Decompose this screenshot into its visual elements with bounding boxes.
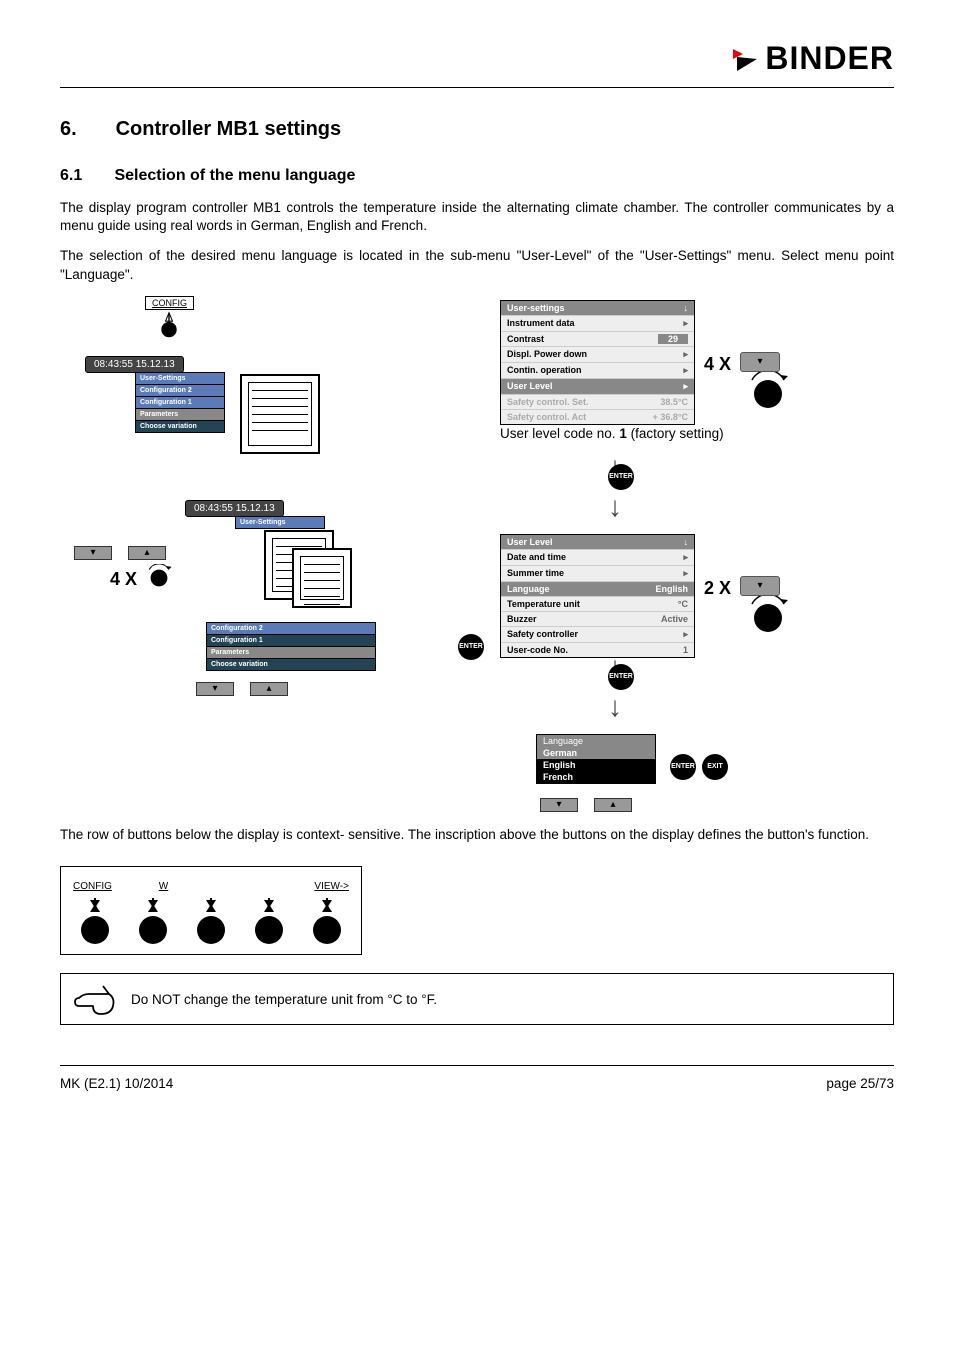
menu3-english: English [537, 759, 655, 771]
dial-icon [155, 310, 183, 338]
arrow-buttons-2: ▾ ▴ [196, 682, 288, 696]
menu1-title: User-settings↓ [501, 301, 694, 315]
up-arrow-btn-3: ▴ [594, 798, 632, 812]
2x-label: 2 X [704, 578, 731, 599]
menu2-title: User Level↓ [501, 535, 694, 549]
menu-user-settings: User-settings↓ Instrument data▸ Contrast… [500, 300, 695, 425]
up-arrow-btn: ▴ [128, 546, 166, 560]
menu1-row-contin: Contin. operation▸ [501, 362, 694, 378]
section-title: Controller MB1 settings [116, 118, 342, 140]
header-logo-row: BINDER [60, 40, 894, 77]
paragraph-1: The display program controller MB1 contr… [60, 199, 894, 235]
lcd-time-1: 08:43:55 15.12.13 [85, 356, 184, 373]
pill-btn-1: ▾ [740, 352, 780, 372]
ci-view-label: VIEW-> [314, 881, 349, 892]
warning-callout: Do NOT change the temperature unit from … [60, 973, 894, 1025]
screen-graphic-3 [292, 548, 352, 608]
brand-logo: BINDER [731, 40, 894, 77]
menu-language: Language German English French [536, 734, 656, 784]
stack2-user-settings: User-Settings [235, 516, 325, 529]
menu2-row-date: Date and time▸ [501, 549, 694, 565]
dial-icon-right-2 [746, 596, 790, 640]
down-icon: ↓ [684, 537, 689, 547]
stack3-choose-var: Choose variation [206, 658, 376, 671]
screen-graphic-1 [240, 374, 320, 454]
menu3-title: Language [537, 735, 655, 747]
ci-dial-2 [133, 898, 173, 946]
menu-stack-2: User-Settings [235, 516, 325, 528]
enter-round-btn-3: ENTER [670, 754, 696, 780]
menu1-row-instrument: Instrument data▸ [501, 315, 694, 331]
dial-icon-rotate [145, 564, 173, 592]
down-icon: ↓ [684, 303, 689, 313]
exit-round-btn: EXIT [702, 754, 728, 780]
menu2-row-usercode: User-code No.1 [501, 642, 694, 657]
header-rule [60, 87, 894, 88]
down-arrow-btn-2: ▾ [196, 682, 234, 696]
subsection-heading: 6.1 Selection of the menu language [60, 167, 894, 185]
section-heading: 6. Controller MB1 settings [60, 118, 894, 141]
paragraph-2: The selection of the desired menu langua… [60, 247, 894, 283]
brand-text: BINDER [765, 40, 894, 77]
pill-btn-2: ▾ [740, 576, 780, 596]
enter-round-btn-1: ENTER [608, 464, 634, 490]
menu1-row-displ: Displ. Power down▸ [501, 346, 694, 362]
menu2-row-temp-unit: Temperature unit°C [501, 596, 694, 611]
menu2-row-language: LanguageEnglish [501, 581, 694, 596]
callout-text: Do NOT change the temperature unit from … [131, 992, 437, 1007]
binder-arrow-icon [731, 45, 759, 73]
menu-stack-1: User-Settings Configuration 2 Configurat… [135, 372, 225, 432]
menu3-french: French [537, 771, 655, 783]
paragraph-3: The row of buttons below the display is … [60, 826, 894, 844]
menu1-row-userlevel: User Level▸ [501, 378, 694, 394]
context-button-illustration: CONFIG W . . VIEW-> [60, 866, 362, 955]
ci-w-label: W [159, 881, 168, 892]
arrow-buttons-3: ▾ ▴ [540, 798, 632, 812]
ci-dial-3 [191, 898, 231, 946]
footer-rule [60, 1065, 894, 1066]
section-number: 6. [60, 118, 110, 141]
subsection-title: Selection of the menu language [114, 167, 355, 184]
footer: MK (E2.1) 10/2014 page 25/73 [60, 1076, 894, 1091]
ci-config-label: CONFIG [73, 881, 112, 892]
down-arrow-icon-1b: ↓ [608, 491, 622, 523]
4x-label-right: 4 X [704, 354, 731, 375]
ci-dial-1 [75, 898, 115, 946]
menu2-row-safety-ctrl: Safety controller▸ [501, 626, 694, 642]
dial-icon-right-1 [746, 372, 790, 416]
factory-setting-text: User level code no. 1 (factory setting) [500, 426, 724, 441]
up-arrow-btn-2: ▴ [250, 682, 288, 696]
enter-round-btn-left: ENTER [458, 634, 484, 660]
menu1-row-safety-act: Safety control. Act+ 36.8°C [501, 409, 694, 424]
enter-round-btn-2: ENTER [608, 664, 634, 690]
menu-stack-3: Configuration 2 Configuration 1 Paramete… [206, 622, 376, 670]
menu2-row-buzzer: BuzzerActive [501, 611, 694, 626]
diagram-area: CONFIG 08:43:55 15.12.13 User-Settings C… [60, 296, 894, 826]
4x-label-left: 4 X [110, 569, 137, 590]
ci-dial-4 [249, 898, 289, 946]
stack1-choose-var: Choose variation [135, 420, 225, 433]
menu1-row-safety-set: Safety control. Set.38.5°C [501, 394, 694, 409]
footer-right: page 25/73 [826, 1076, 894, 1091]
arrow-buttons-1: ▾ ▴ [74, 546, 166, 560]
down-arrow-btn: ▾ [74, 546, 112, 560]
subsection-number: 6.1 [60, 167, 110, 185]
lcd-time-2: 08:43:55 15.12.13 [185, 500, 284, 517]
pointing-hand-icon [73, 980, 117, 1018]
menu2-row-summer: Summer time▸ [501, 565, 694, 581]
menu3-german: German [537, 747, 655, 759]
menu-user-level: User Level↓ Date and time▸ Summer time▸ … [500, 534, 695, 658]
config-button-label: CONFIG [145, 296, 194, 310]
down-arrow-btn-3: ▾ [540, 798, 578, 812]
footer-left: MK (E2.1) 10/2014 [60, 1076, 173, 1091]
ci-dial-5 [307, 898, 347, 946]
down-arrow-icon-2b: ↓ [608, 691, 622, 723]
menu1-row-contrast: Contrast29 [501, 331, 694, 346]
